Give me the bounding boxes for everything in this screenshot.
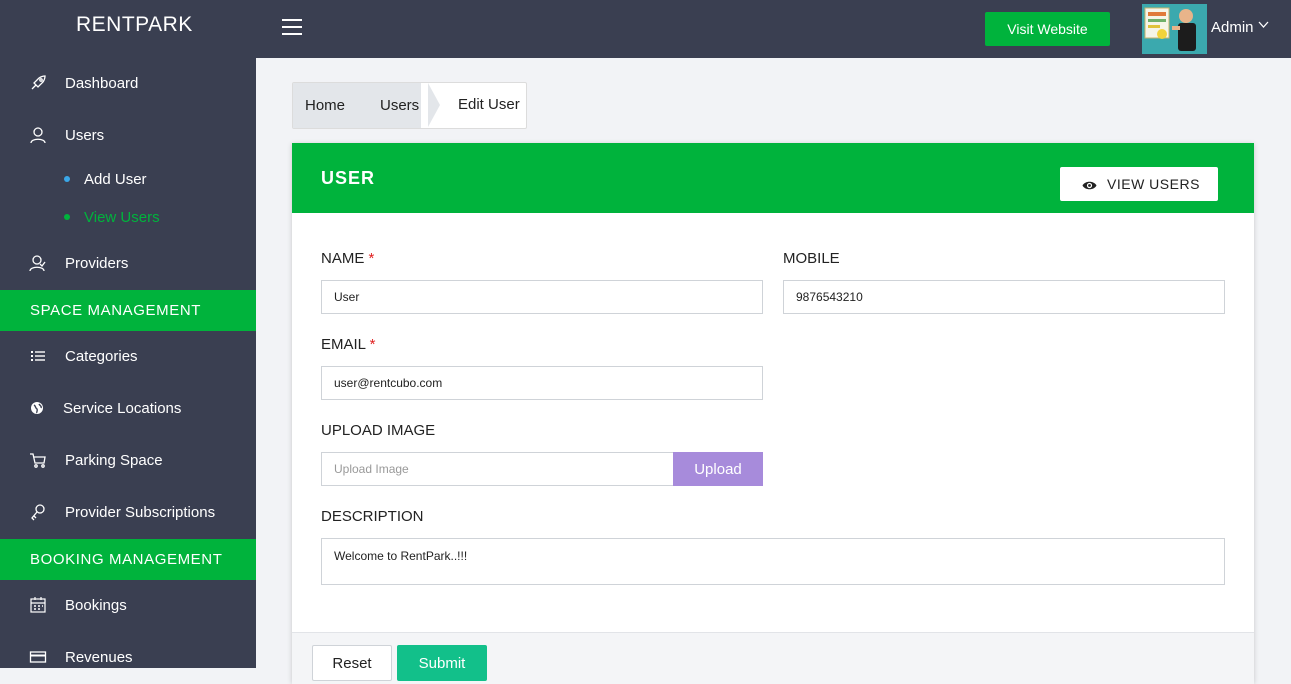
avatar[interactable]	[1142, 4, 1207, 54]
reset-button[interactable]: Reset	[312, 645, 392, 681]
upload-image-label: UPLOAD IMAGE	[321, 422, 436, 439]
chevron-down-icon[interactable]	[1258, 20, 1269, 32]
breadcrumb: Home Users Edit User	[292, 82, 527, 129]
name-label: NAME *	[321, 250, 374, 267]
sidebar-item-providers[interactable]: Providers	[0, 238, 256, 290]
sidebar-item-dashboard[interactable]: Dashboard	[0, 58, 256, 110]
upload-button[interactable]: Upload	[673, 452, 763, 486]
sidebar-item-label: Categories	[65, 348, 138, 365]
top-bar: RENTPARK Visit Website Admin	[0, 0, 1291, 58]
cart-icon	[29, 451, 47, 469]
card-icon	[29, 648, 47, 666]
card-title: USER	[321, 168, 376, 188]
globe-icon	[29, 399, 47, 417]
breadcrumb-label: Home	[305, 97, 346, 114]
email-input[interactable]	[321, 366, 763, 400]
admin-username[interactable]: Admin	[1211, 19, 1254, 36]
email-label-text: EMAIL	[321, 336, 366, 353]
sidebar-item-provider-subscriptions[interactable]: Provider Subscriptions	[0, 487, 256, 539]
sidebar-item-label: Provider Subscriptions	[65, 504, 216, 521]
sidebar-item-label: Users	[65, 127, 105, 144]
user-icon	[29, 126, 47, 144]
card-footer: Reset Submit	[292, 632, 1254, 684]
menu-toggle-icon[interactable]	[282, 19, 302, 35]
eye-icon	[1082, 178, 1097, 190]
sidebar-item-revenues[interactable]: Revenues	[0, 632, 256, 684]
sidebar: Dashboard Users Add User View Users Prov…	[0, 58, 256, 668]
breadcrumb-arrow	[428, 83, 440, 127]
submit-button[interactable]: Submit	[397, 645, 487, 681]
sidebar-subitem-label: Add User	[84, 171, 147, 188]
visit-website-button[interactable]: Visit Website	[985, 12, 1110, 46]
name-input[interactable]	[321, 280, 763, 314]
description-textarea[interactable]: Welcome to RentPark..!!!	[321, 538, 1225, 585]
providers-icon	[29, 254, 47, 272]
name-label-text: NAME	[321, 250, 365, 267]
sidebar-item-label: Dashboard	[65, 75, 139, 92]
sidebar-subitem-view-users[interactable]: View Users	[0, 200, 256, 236]
upload-image-input[interactable]	[321, 452, 674, 486]
brand-name: RENTPARK	[76, 13, 193, 36]
mobile-input[interactable]	[783, 280, 1225, 314]
sidebar-item-label: Service Locations	[63, 400, 182, 417]
card-header: USER VIEW USERS	[292, 143, 1254, 213]
calendar-icon	[29, 596, 47, 614]
rocket-icon	[29, 74, 47, 92]
section-space-management: SPACE MANAGEMENT	[0, 290, 256, 331]
user-form-card: USER VIEW USERS NAME * MOBILE EMAIL * UP…	[292, 143, 1254, 684]
mobile-label: MOBILE	[783, 250, 840, 267]
breadcrumb-current: Edit User	[458, 96, 520, 113]
required-marker: *	[368, 250, 375, 267]
sidebar-item-label: Revenues	[65, 649, 133, 666]
sidebar-item-label: Parking Space	[65, 452, 163, 469]
required-marker: *	[369, 336, 376, 353]
sidebar-item-categories[interactable]: Categories	[0, 331, 256, 383]
breadcrumb-home[interactable]: Home	[293, 83, 351, 128]
breadcrumb-label: Users	[380, 97, 420, 114]
bullet-icon	[64, 176, 70, 182]
bullet-icon	[64, 214, 70, 220]
view-users-button[interactable]: VIEW USERS	[1060, 167, 1218, 201]
sidebar-subitem-label: View Users	[84, 209, 160, 226]
sidebar-item-parking-space[interactable]: Parking Space	[0, 435, 256, 487]
sidebar-item-label: Bookings	[65, 597, 127, 614]
breadcrumb-users[interactable]: Users	[351, 83, 421, 128]
view-users-label: VIEW USERS	[1107, 176, 1200, 192]
list-icon	[29, 347, 47, 365]
description-label: DESCRIPTION	[321, 508, 424, 525]
brand-logo[interactable]: RENTPARK	[0, 0, 256, 58]
email-label: EMAIL *	[321, 336, 375, 353]
section-booking-management: BOOKING MANAGEMENT	[0, 539, 256, 580]
sidebar-item-label: Providers	[65, 255, 129, 272]
sidebar-item-service-locations[interactable]: Service Locations	[0, 383, 256, 435]
section-label: SPACE MANAGEMENT	[30, 302, 202, 319]
sidebar-item-users[interactable]: Users	[0, 110, 256, 162]
key-icon	[29, 503, 47, 521]
section-label: BOOKING MANAGEMENT	[30, 551, 223, 568]
sidebar-subitem-add-user[interactable]: Add User	[0, 162, 256, 198]
sidebar-item-bookings[interactable]: Bookings	[0, 580, 256, 632]
